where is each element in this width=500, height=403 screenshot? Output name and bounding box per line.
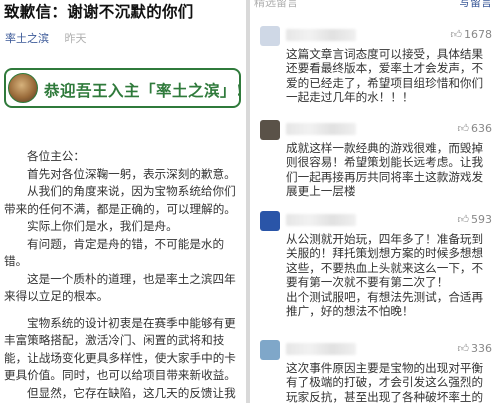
comment-line: 则很容易！希望策划能长远考虑。让我 xyxy=(286,155,484,170)
comment-line: 这次事件原因主要是宝物的出现对平衡 xyxy=(286,361,484,375)
comment-line: 玩家反抗，甚至出现了各种破坏率土的 xyxy=(286,389,484,403)
comment-line: 要有第一次就不要有第二次了！ xyxy=(286,275,449,290)
article-time: 昨天 xyxy=(64,32,87,45)
comment-line: 成就这样一款经典的游戏很难，而毁掉 xyxy=(286,141,484,155)
article-line: 更具价值。同时，也可以给项目带来新收益。 xyxy=(4,368,236,382)
comments-header: 精选留言 写留言 xyxy=(250,0,500,10)
comments-panel: 精选留言 写留言 👍︎ 1678 这篇文章言词态度可以接受，具体结果 还要看最终版本，… xyxy=(250,0,500,403)
comment-line: 出个测试服吧，有想法先测试，合适再 xyxy=(286,289,484,304)
comment-line: 这些，不要热血上头就来这么一下，不 xyxy=(286,260,484,275)
welcome-banner: 恭迎吾王入主「率土之滨」! xyxy=(4,68,244,108)
comment-line: 一起走过几年的水！！！ xyxy=(286,90,414,105)
blurred-username xyxy=(286,123,356,135)
avatar[interactable] xyxy=(260,26,280,46)
screenshot: 致歉信：谢谢不沉默的你们 率土之滨 昨天 恭迎吾王入主「率土之滨」! 各位主公：… xyxy=(0,0,500,403)
like-button[interactable]: 👍︎ 336 xyxy=(458,342,493,355)
comment-line: 展更上一层楼 xyxy=(286,184,356,199)
thumbs-up-icon: 👍︎ xyxy=(450,28,463,41)
article-body: 各位主公： 首先对各位深鞠一躬，表示深刻的歉意。 从我们的角度来说，因为宝物系统给你… xyxy=(4,148,242,402)
article-line: 首先对各位深鞠一躬，表示深刻的歉意。 xyxy=(27,166,236,181)
avatar[interactable] xyxy=(260,211,280,231)
article-line: 宝物系统的设计初衷是在赛季中能够有更 xyxy=(27,315,236,330)
thumbs-up-icon: 👍︎ xyxy=(457,213,470,226)
article-author-link[interactable]: 率土之滨 xyxy=(5,32,49,45)
article-line: 错。 xyxy=(4,254,28,268)
article-line: 但显然，它存在缺陷，这几天的反馈让我 xyxy=(27,385,236,400)
article-meta: 率土之滨 昨天 xyxy=(5,30,87,46)
warrior-portrait-icon xyxy=(8,73,38,103)
article-line: 带来的任何不满，都是正确的，可以理解的。 xyxy=(4,201,236,216)
banner-text: 恭迎吾王入主「率土之滨」! xyxy=(44,81,244,100)
like-button[interactable]: 👍︎ 1678 xyxy=(451,28,493,41)
comment-line: 爱的已经走了，希望项目组珍惜和你们 xyxy=(286,75,484,90)
article-line: 从我们的角度来说，因为宝物系统给你们 xyxy=(27,184,236,198)
comment-text: 这次事件原因主要是宝物的出现对平衡 有了极端的打破，才会引发这么强烈的 玩家反抗，甚… xyxy=(286,361,494,403)
like-button[interactable]: 👍︎ 593 xyxy=(458,213,493,226)
comment-line: 从公测就开始玩，四年多了！准备玩到 xyxy=(286,232,484,246)
comment-line: 这篇文章言词态度可以接受，具体结果 xyxy=(286,47,484,61)
thumbs-up-icon: 👍︎ xyxy=(457,122,470,135)
comment-line: 关服的！拜托策划想方案的时候多想想 xyxy=(286,246,484,261)
blurred-username xyxy=(286,343,356,355)
like-button[interactable]: 👍︎ 636 xyxy=(458,122,493,135)
article-title: 致歉信：谢谢不沉默的你们 xyxy=(4,3,194,21)
comment-line: 推广，好的想法不怕晚！ xyxy=(286,303,414,318)
write-comment-link[interactable]: 写留言 xyxy=(459,0,492,10)
article-line: 各位主公： xyxy=(27,149,85,163)
article-line: 丰富策略搭配，激活冷门、闲置的武将和技 xyxy=(4,333,225,347)
avatar[interactable] xyxy=(260,340,280,360)
article-line: 能，让战场变化更具多样性，使大家手中的卡 xyxy=(4,350,236,365)
thumbs-up-icon: 👍︎ xyxy=(457,342,470,355)
comment-line: 有了极端的打破，才会引发这么强烈的 xyxy=(286,375,484,390)
comment-text: 成就这样一款经典的游戏很难，而毁掉 则很容易！希望策划能长远考虑。让我 们一起再接再… xyxy=(286,141,494,199)
featured-comments-label: 精选留言 xyxy=(254,0,298,9)
like-count: 593 xyxy=(471,213,492,226)
article-line: 实际上你们是水，我们是舟。 xyxy=(27,219,178,233)
article-line: 有问题，肯定是舟的错，不可能是水的 xyxy=(27,236,225,251)
like-count: 636 xyxy=(471,122,492,135)
comment-text: 从公测就开始玩，四年多了！准备玩到 关服的！拜托策划想方案的时候多想想 这些，不要热… xyxy=(286,232,494,318)
blurred-username xyxy=(286,214,356,226)
comment-line: 还要看最终版本，爱率土才会发声，不 xyxy=(286,61,484,76)
avatar[interactable] xyxy=(260,120,280,140)
like-count: 1678 xyxy=(464,28,492,41)
comment-text: 这篇文章言词态度可以接受，具体结果 还要看最终版本，爱率土才会发声，不 爱的已经走了… xyxy=(286,47,494,105)
article-line: 来得以立足的根本。 xyxy=(4,289,109,303)
article-panel: 致歉信：谢谢不沉默的你们 率土之滨 昨天 恭迎吾王入主「率土之滨」! 各位主公：… xyxy=(0,0,246,403)
like-count: 336 xyxy=(471,342,492,355)
article-line: 这是一个质朴的道理，也是率土之滨四年 xyxy=(27,271,236,286)
comment-line: 们一起再接再厉共同将率土这款游戏发 xyxy=(286,169,484,184)
blurred-username xyxy=(286,29,356,41)
